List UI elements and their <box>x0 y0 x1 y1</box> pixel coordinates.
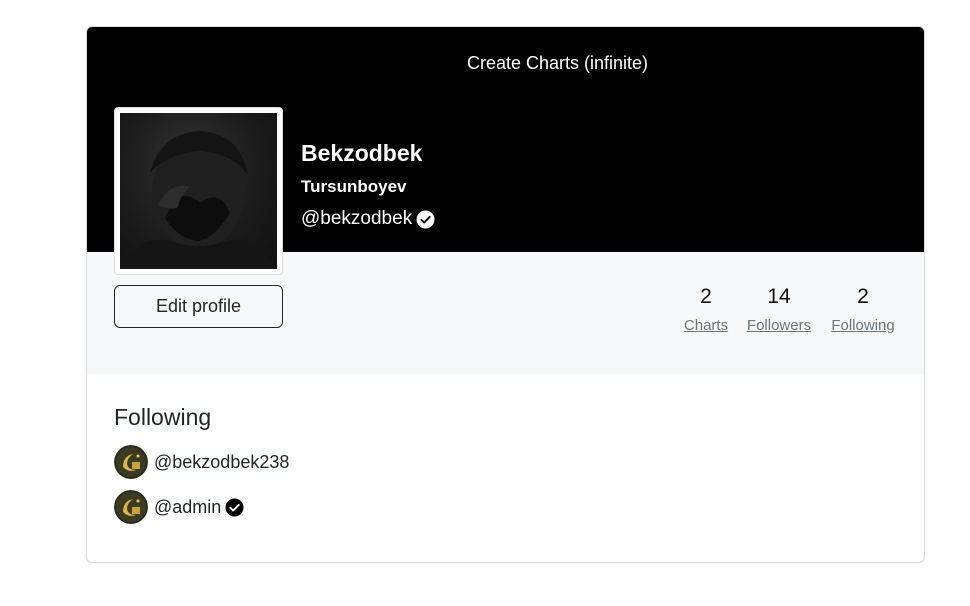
profile-handle: @bekzodbek <box>301 208 413 229</box>
stat-followers-link[interactable]: Followers <box>743 317 815 334</box>
profile-handle-row: @bekzodbek <box>301 208 435 230</box>
following-section-title: Following <box>114 404 212 430</box>
profile-card: Create Charts (infinite) Bekzodbek Tursu… <box>86 26 925 563</box>
profile-photo-icon <box>120 113 277 269</box>
stat-following-link[interactable]: Following <box>825 317 901 334</box>
stat-charts-count: 2 <box>700 285 712 308</box>
stat-following[interactable]: 2 Following <box>825 285 901 334</box>
following-list-item[interactable]: @admin <box>114 490 244 524</box>
profile-first-name: Bekzodbek <box>301 140 423 166</box>
stat-followers[interactable]: 14 Followers <box>743 285 815 334</box>
profile-last-name: Tursunboyev <box>301 177 407 196</box>
following-user-handle[interactable]: @admin <box>154 497 221 518</box>
stat-following-count: 2 <box>857 285 869 308</box>
stat-followers-count: 14 <box>767 285 791 308</box>
following-user-handle[interactable]: @bekzodbek238 <box>154 452 289 473</box>
gold-crescent-avatar-icon <box>114 490 148 524</box>
edit-profile-button[interactable]: Edit profile <box>114 285 283 328</box>
following-list-item[interactable]: @bekzodbek238 <box>114 445 289 479</box>
profile-name-block: Bekzodbek Tursunboyev @bekzodbek <box>301 139 435 230</box>
gold-crescent-avatar-icon <box>114 445 148 479</box>
stat-charts-link[interactable]: Charts <box>675 317 737 334</box>
profile-avatar <box>114 107 283 275</box>
stat-charts[interactable]: 2 Charts <box>675 285 737 334</box>
verified-badge-icon <box>225 497 244 517</box>
verified-badge-icon <box>416 209 435 229</box>
create-charts-link[interactable]: Create Charts (infinite) <box>87 53 924 74</box>
